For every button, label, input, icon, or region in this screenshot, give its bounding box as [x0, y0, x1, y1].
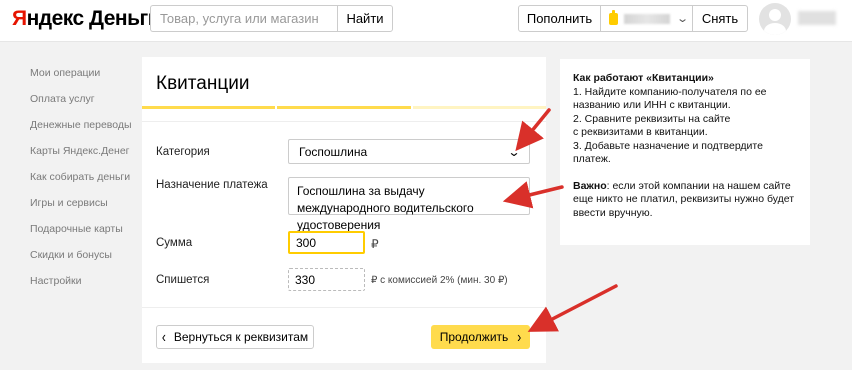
- progress-step-1: [142, 106, 276, 109]
- sidebar-item-gift-cards[interactable]: Подарочные карты: [30, 222, 132, 248]
- info-line: 2. Сравните реквизиты на сайте: [573, 112, 731, 125]
- category-select[interactable]: Госпошлина ⌄: [288, 139, 530, 164]
- charge-label: Спишется: [156, 274, 210, 286]
- sidebar-item-discounts[interactable]: Скидки и бонусы: [30, 248, 132, 274]
- blurred-balance: [624, 13, 670, 24]
- info-line: платеж.: [573, 153, 611, 165]
- search-input[interactable]: Товар, услуга или магазин: [150, 5, 338, 32]
- divider: [142, 307, 546, 308]
- progress-step-2: [277, 106, 411, 109]
- wallet-balance-dropdown[interactable]: ⌄: [600, 5, 693, 32]
- page-title: Квитанции: [156, 73, 250, 94]
- wallet-icon: [609, 9, 618, 25]
- charge-amount-field: 330: [288, 268, 365, 291]
- commission-note: ₽ с комиссией 2% (мин. 30 ₽): [371, 275, 508, 286]
- info-line: 1. Найдите компанию-получателя по ее: [573, 85, 767, 98]
- sidebar-item-settings[interactable]: Настройки: [30, 274, 132, 300]
- step-progress-bar: [142, 106, 546, 109]
- info-note: еще никто не платил, реквизиты нужно буд…: [573, 193, 795, 205]
- chevron-down-icon: ⌄: [676, 13, 690, 25]
- sum-input[interactable]: 300: [288, 231, 365, 254]
- back-to-details-button[interactable]: ‹ Вернуться к реквизитам: [156, 325, 314, 349]
- chevron-down-icon: ⌄: [507, 144, 521, 159]
- info-line: названию или ИНН с квитанции.: [573, 99, 731, 111]
- chevron-left-icon: ‹: [161, 327, 166, 347]
- info-note: ввести вручную.: [573, 206, 653, 219]
- sum-currency: ₽: [371, 237, 379, 251]
- info-line: 3. Добавьте назначение и подтвердите: [573, 139, 763, 152]
- sidebar-item-cards[interactable]: Карты Яндекс.Денег: [30, 144, 132, 170]
- topup-button[interactable]: Пополнить: [518, 5, 601, 32]
- sidebar-item-transfers[interactable]: Денежные переводы: [30, 118, 132, 144]
- sidebar-nav: Мои операции Оплата услуг Денежные перев…: [30, 66, 132, 300]
- category-label: Категория: [156, 146, 210, 158]
- sidebar-item-operations[interactable]: Мои операции: [30, 66, 132, 92]
- blurred-username: [798, 11, 836, 25]
- sidebar-item-fundraising[interactable]: Как собирать деньги: [30, 170, 132, 196]
- info-line: с реквизитами в квитанции.: [573, 126, 708, 138]
- search-button[interactable]: Найти: [337, 5, 393, 32]
- receipt-form-panel: Квитанции Категория Госпошлина ⌄ Назначе…: [142, 57, 546, 363]
- top-header: Яндекс Деньги Товар, услуга или магазин …: [0, 0, 852, 42]
- yandex-money-logo[interactable]: Яндекс Деньги: [12, 7, 161, 31]
- progress-step-3: [412, 106, 546, 109]
- sidebar-item-games[interactable]: Игры и сервисы: [30, 196, 132, 222]
- withdraw-button[interactable]: Снять: [692, 5, 748, 32]
- how-receipts-work-info: Как работают «Квитанции» 1. Найдите комп…: [560, 59, 810, 245]
- sum-label: Сумма: [156, 237, 193, 249]
- chevron-right-icon: ›: [517, 327, 522, 347]
- info-title: Как работают «Квитанции»: [573, 72, 714, 84]
- sidebar-item-payments[interactable]: Оплата услуг: [30, 92, 132, 118]
- annotation-arrow-continue: [527, 284, 618, 332]
- purpose-textarea[interactable]: Госпошлина за выдачу международного води…: [288, 177, 530, 232]
- info-note: Важно: если этой компании на нашем сайте: [573, 179, 791, 192]
- purpose-label: Назначение платежа: [156, 179, 268, 191]
- user-avatar[interactable]: [759, 3, 791, 35]
- continue-button[interactable]: Продолжить ›: [431, 325, 530, 349]
